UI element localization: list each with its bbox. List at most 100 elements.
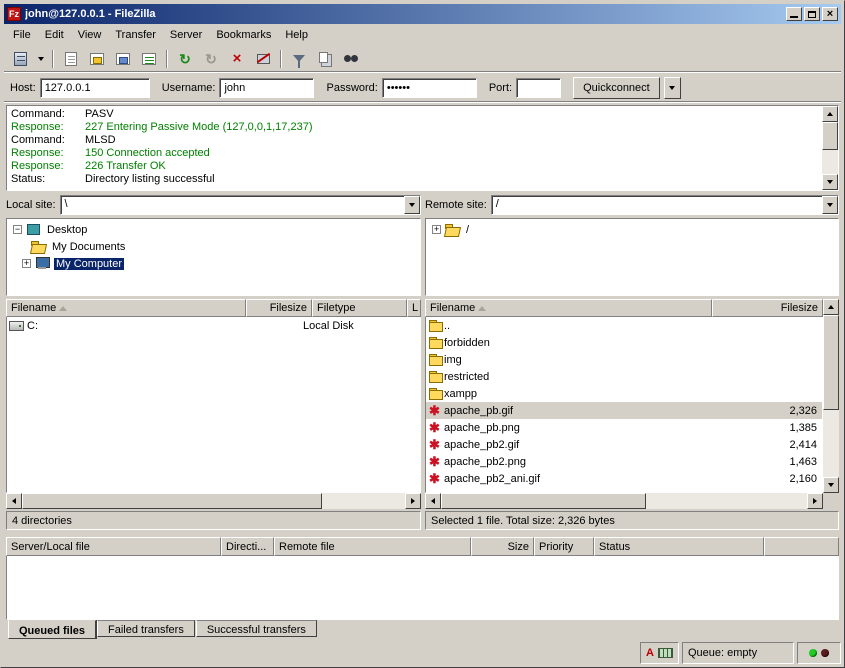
scroll-thumb[interactable] <box>823 315 839 410</box>
toggle-remote-tree-button[interactable] <box>111 48 135 70</box>
collapse-icon[interactable] <box>13 225 22 234</box>
compare-button[interactable] <box>313 48 337 70</box>
remote-file-row[interactable]: img <box>426 351 822 368</box>
image-file-icon <box>428 455 444 469</box>
menu-view[interactable]: View <box>71 27 109 43</box>
remote-file-row[interactable]: forbidden <box>426 334 822 351</box>
remote-file-row[interactable]: .. <box>426 317 822 334</box>
local-horizontal-scrollbar[interactable] <box>6 493 421 509</box>
titlebar[interactable]: Fz john@127.0.0.1 - FileZilla × <box>4 4 841 24</box>
local-column-filename[interactable]: Filename <box>6 299 246 317</box>
scroll-thumb[interactable] <box>22 493 322 509</box>
scroll-track[interactable] <box>441 493 807 509</box>
scroll-thumb[interactable] <box>822 122 838 150</box>
close-button[interactable]: × <box>822 7 838 21</box>
username-input[interactable] <box>219 78 314 98</box>
scroll-track[interactable] <box>823 315 839 477</box>
queue-column-size[interactable]: Size <box>471 537 534 556</box>
menu-file[interactable]: File <box>6 27 38 43</box>
queue-column-remote-file[interactable]: Remote file <box>274 537 471 556</box>
menu-transfer[interactable]: Transfer <box>108 27 163 43</box>
maximize-button[interactable] <box>804 7 820 21</box>
scroll-up-button[interactable] <box>822 106 838 122</box>
refresh-button[interactable]: ↻ <box>173 48 197 70</box>
toggle-queue-button[interactable] <box>137 48 161 70</box>
local-file-row[interactable]: C: Local Disk <box>7 317 420 334</box>
process-queue-button[interactable]: ↻ <box>199 48 223 70</box>
queue-column-local-file[interactable]: Server/Local file <box>6 537 221 556</box>
remote-list-body[interactable]: .. forbidden img restricted xampp apache… <box>425 317 823 493</box>
queue-tabs: Queued files Failed transfers Successful… <box>4 620 841 640</box>
queue-column-direction[interactable]: Directi... <box>221 537 274 556</box>
remote-file-row[interactable]: apache_pb2_ani.gif2,160 <box>426 470 822 487</box>
queue-column-status[interactable]: Status <box>594 537 764 556</box>
remote-file-row[interactable]: apache_pb.png1,385 <box>426 419 822 436</box>
local-site-dropdown-button[interactable] <box>404 196 420 214</box>
local-column-filetype[interactable]: Filetype <box>312 299 407 317</box>
cancel-button[interactable]: × <box>225 48 249 70</box>
local-list-body[interactable]: C: Local Disk <box>6 317 421 493</box>
tab-successful-transfers[interactable]: Successful transfers <box>196 620 317 637</box>
remote-file-row[interactable]: restricted <box>426 368 822 385</box>
scroll-up-button[interactable] <box>823 299 839 315</box>
remote-vertical-scrollbar[interactable] <box>823 299 839 493</box>
local-column-filesize[interactable]: Filesize <box>246 299 312 317</box>
disconnect-button[interactable] <box>251 48 275 70</box>
site-manager-dropdown-button[interactable] <box>34 48 47 70</box>
scroll-thumb[interactable] <box>441 493 646 509</box>
scroll-right-button[interactable] <box>807 493 823 509</box>
remote-file-row-selected[interactable]: apache_pb.gif2,326 <box>426 402 822 419</box>
tree-item-my-computer[interactable]: My Computer <box>7 255 420 272</box>
site-manager-icon <box>14 52 27 66</box>
queue-body[interactable] <box>6 556 839 620</box>
toggle-local-tree-button[interactable] <box>85 48 109 70</box>
log-vertical-scrollbar[interactable] <box>822 106 838 190</box>
tree-item-my-documents[interactable]: My Documents <box>7 238 420 255</box>
scroll-down-button[interactable] <box>823 477 839 493</box>
remote-directory-tree[interactable]: / <box>425 218 839 296</box>
minimize-button[interactable] <box>786 7 802 21</box>
local-directory-tree[interactable]: Desktop My Documents My Computer <box>6 218 421 296</box>
quickconnect-dropdown-button[interactable] <box>664 77 681 99</box>
tab-failed-transfers[interactable]: Failed transfers <box>97 620 195 637</box>
filter-button[interactable] <box>287 48 311 70</box>
find-button[interactable] <box>339 48 363 70</box>
remote-site-combo[interactable]: / <box>491 195 839 215</box>
scroll-track[interactable] <box>22 493 405 509</box>
scroll-left-button[interactable] <box>425 493 441 509</box>
host-input[interactable] <box>40 78 150 98</box>
scroll-down-button[interactable] <box>822 174 838 190</box>
scroll-track[interactable] <box>822 122 838 174</box>
remote-file-row[interactable]: apache_pb2.gif2,414 <box>426 436 822 453</box>
local-column-lastmodified[interactable]: L <box>407 299 421 317</box>
local-site-combo[interactable]: \ <box>60 195 421 215</box>
tree-item-desktop[interactable]: Desktop <box>7 221 420 238</box>
menu-help[interactable]: Help <box>278 27 315 43</box>
site-manager-button[interactable] <box>8 48 32 70</box>
remote-site-dropdown-button[interactable] <box>822 196 838 214</box>
expand-icon[interactable] <box>432 225 441 234</box>
remote-column-filesize[interactable]: Filesize <box>712 299 823 317</box>
arrow-down-icon <box>827 180 833 184</box>
toggle-message-log-button[interactable] <box>59 48 83 70</box>
dropdown-caret-icon <box>38 57 44 61</box>
local-tree-icon <box>90 53 104 65</box>
queue-column-priority[interactable]: Priority <box>534 537 594 556</box>
scroll-left-button[interactable] <box>6 493 22 509</box>
tree-item-root[interactable]: / <box>426 221 838 238</box>
menu-edit[interactable]: Edit <box>38 27 71 43</box>
port-input[interactable] <box>516 78 561 98</box>
window-title: john@127.0.0.1 - FileZilla <box>25 8 782 20</box>
expand-icon[interactable] <box>22 259 31 268</box>
remote-horizontal-scrollbar[interactable] <box>425 493 823 509</box>
quickconnect-button[interactable]: Quickconnect <box>573 77 660 99</box>
tab-queued-files[interactable]: Queued files <box>8 620 96 639</box>
remote-column-filename[interactable]: Filename <box>425 299 712 317</box>
remote-file-row[interactable]: xampp <box>426 385 822 402</box>
remote-file-row[interactable]: apache_pb2.png1,463 <box>426 453 822 470</box>
statusbar: A Queue: empty <box>4 642 841 664</box>
scroll-right-button[interactable] <box>405 493 421 509</box>
menu-server[interactable]: Server <box>163 27 209 43</box>
password-input[interactable] <box>382 78 477 98</box>
menu-bookmarks[interactable]: Bookmarks <box>209 27 278 43</box>
